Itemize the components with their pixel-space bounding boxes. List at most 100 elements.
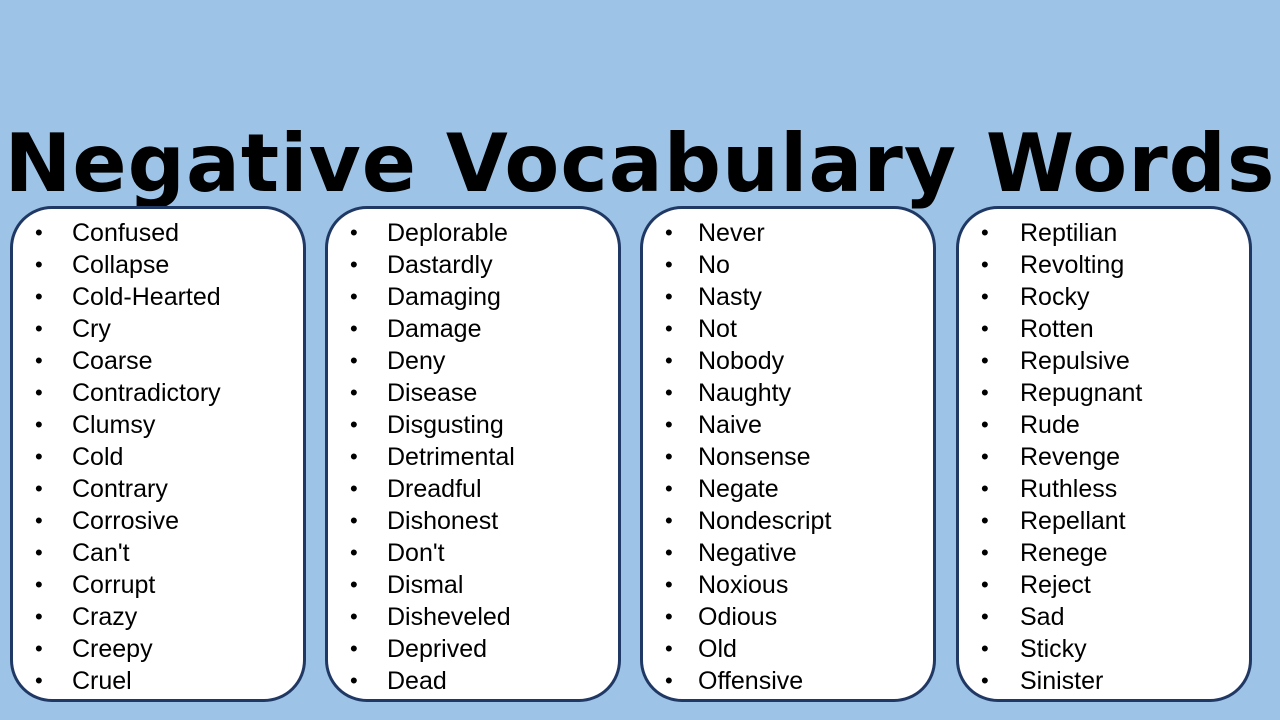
list-item: • Dead [328,665,618,697]
list-item: • Nondescript [643,505,933,537]
vocabulary-word: Nondescript [698,507,832,535]
bullet-icon: • [35,412,43,437]
word-list-card-2: • Deplorable • Dastardly • Damaging • Damage • De… [325,206,621,702]
list-item: • Corrosive [13,505,303,537]
word-list: • Deplorable • Dastardly • Damaging • Damage • De… [328,217,618,697]
word-list: • Reptilian • Revolting • Rocky • Rotten • Repuls… [959,217,1249,697]
list-item: • Crazy [13,601,303,633]
word-list-card-3: • Never • No • Nasty • Not • Nobody • Naughty • Naive… [640,206,936,702]
vocabulary-word: Rude [1020,411,1080,439]
bullet-icon: • [35,380,43,405]
bullet-icon: • [35,636,43,661]
bullet-icon: • [981,668,989,693]
vocabulary-word: Can't [72,539,130,567]
bullet-icon: • [665,476,673,501]
vocabulary-word: Dreadful [387,475,482,503]
vocabulary-word: Repugnant [1020,379,1143,407]
vocabulary-word: Clumsy [72,411,156,439]
bullet-icon: • [981,316,989,341]
list-item: • Noxious [643,569,933,601]
list-item: • Deprived [328,633,618,665]
bullet-icon: • [350,220,358,245]
vocabulary-word: Revolting [1020,251,1125,279]
vocabulary-word: Contrary [72,475,168,503]
bullet-icon: • [665,412,673,437]
vocabulary-word: Naughty [698,379,792,407]
vocabulary-word: Odious [698,603,778,631]
list-item: • Damaging [328,281,618,313]
vocabulary-word: Negative [698,539,797,567]
vocabulary-word: Damaging [387,283,501,311]
list-item: • Repellant [959,505,1249,537]
bullet-icon: • [35,284,43,309]
bullet-icon: • [981,444,989,469]
bullet-icon: • [981,348,989,373]
list-item: • Dishonest [328,505,618,537]
bullet-icon: • [35,316,43,341]
vocabulary-word: Deplorable [387,219,508,247]
list-item: • Rotten [959,313,1249,345]
list-item: • Old [643,633,933,665]
list-item: • Odious [643,601,933,633]
list-item: • Cry [13,313,303,345]
list-item: • Clumsy [13,409,303,441]
vocabulary-word: Creepy [72,635,153,663]
vocabulary-word: Not [698,315,737,343]
bullet-icon: • [981,508,989,533]
bullet-icon: • [665,348,673,373]
vocabulary-word: Old [698,635,737,663]
word-list: • Never • No • Nasty • Not • Nobody • Naughty • Naive… [643,217,933,697]
vocabulary-word: Damage [387,315,482,343]
vocabulary-word: Repulsive [1020,347,1130,375]
bullet-icon: • [350,252,358,277]
vocabulary-word: Deprived [387,635,488,663]
list-item: • Nobody [643,345,933,377]
list-item: • Creepy [13,633,303,665]
bullet-icon: • [665,636,673,661]
bullet-icon: • [981,636,989,661]
vocabulary-word: Naive [698,411,762,439]
vocabulary-word: Don't [387,539,445,567]
vocabulary-word: Noxious [698,571,789,599]
vocabulary-word: Corrosive [72,507,179,535]
list-item: • Corrupt [13,569,303,601]
list-item: • Repulsive [959,345,1249,377]
bullet-icon: • [981,284,989,309]
bullet-icon: • [35,252,43,277]
bullet-icon: • [35,540,43,565]
vocabulary-word: Confused [72,219,180,247]
list-item: • Coarse [13,345,303,377]
vocabulary-word: Detrimental [387,443,515,471]
bullet-icon: • [665,284,673,309]
list-item: • Revolting [959,249,1249,281]
bullet-icon: • [665,540,673,565]
bullet-icon: • [665,508,673,533]
list-item: • Don't [328,537,618,569]
list-item: • Repugnant [959,377,1249,409]
bullet-icon: • [35,508,43,533]
vocabulary-word: Dead [387,667,447,695]
bullet-icon: • [35,220,43,245]
list-item: • Confused [13,217,303,249]
vocabulary-word: Crazy [72,603,138,631]
vocabulary-word: Collapse [72,251,170,279]
list-item: • Collapse [13,249,303,281]
word-list-card-4: • Reptilian • Revolting • Rocky • Rotten • Repuls… [956,206,1252,702]
word-list: • Confused • Collapse • Cold-Hearted • Cry • Coar… [13,217,303,697]
bullet-icon: • [35,348,43,373]
list-item: • Naive [643,409,933,441]
list-item: • Revenge [959,441,1249,473]
bullet-icon: • [981,220,989,245]
bullet-icon: • [665,572,673,597]
list-item: • Disheveled [328,601,618,633]
vocabulary-word: Nonsense [698,443,811,471]
list-item: • Contrary [13,473,303,505]
bullet-icon: • [350,508,358,533]
vocabulary-word: Deny [387,347,446,375]
bullet-icon: • [350,540,358,565]
vocabulary-word: Reject [1020,571,1091,599]
bullet-icon: • [35,476,43,501]
vocabulary-word: Repellant [1020,507,1126,535]
list-item: • Nonsense [643,441,933,473]
bullet-icon: • [981,380,989,405]
